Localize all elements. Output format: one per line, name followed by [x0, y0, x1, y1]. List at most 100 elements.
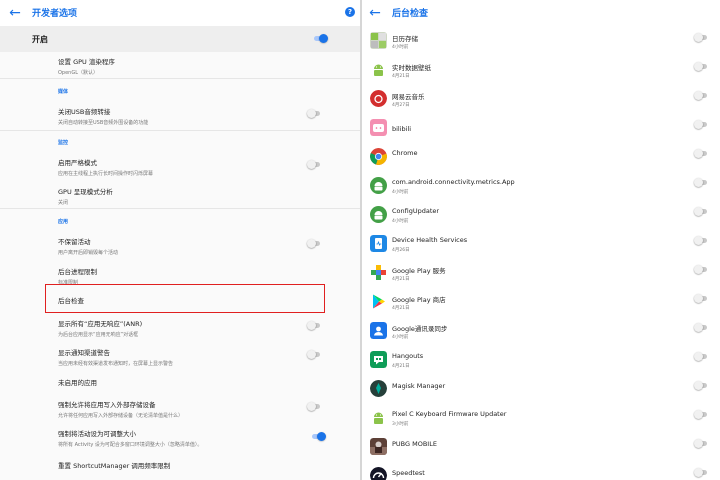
app-background-switch[interactable]	[694, 33, 708, 42]
app-row[interactable]: 日历存储 4小时前	[362, 28, 720, 57]
pref-force-resizable[interactable]: 强制将活动设为可调整大小 将所有 Activity 设为可配合多窗口环境调整大小…	[58, 428, 318, 448]
pref-title: 显示通知渠道警告	[58, 349, 110, 357]
speedtest-icon	[370, 467, 387, 480]
app-row[interactable]: PUBG MOBILE	[362, 434, 720, 463]
app-name: com.android.connectivity.metrics.App	[392, 178, 515, 186]
app-name: Google Play 服务	[392, 267, 446, 275]
app-background-switch[interactable]	[694, 207, 708, 216]
app-last-used: 4小时前	[392, 335, 409, 340]
android-icon	[370, 206, 387, 223]
pref-force-allow-external[interactable]: 强制允许将应用写入外部存储设备 允许将任何应用写入外部存储设备（无论清单值是什么…	[58, 399, 318, 419]
calendar-storage-icon	[370, 32, 387, 49]
app-row[interactable]: com.android.connectivity.metrics.App 4小时…	[362, 173, 720, 202]
app-name: 网易云音乐	[392, 93, 425, 101]
app-row[interactable]: Chrome	[362, 144, 720, 173]
app-name: Hangouts	[392, 352, 424, 360]
app-last-used: 4月26日	[392, 248, 410, 253]
app-row[interactable]: Google Play 服务 4月21日	[362, 260, 720, 289]
app-background-switch[interactable]	[694, 294, 708, 303]
pref-show-all-anr[interactable]: 显示所有“应用无响应”(ANR) 为后台应用显示“应用无响应”对话框	[58, 318, 318, 338]
strict-mode-switch[interactable]	[307, 160, 321, 169]
play-store-icon	[370, 293, 387, 310]
pref-title: 不保留活动	[58, 238, 91, 246]
pref-background-process-limit[interactable]: 后台进程限制 标准限制	[58, 266, 318, 286]
app-background-switch[interactable]	[694, 149, 708, 158]
left-app-bar: ← 开发者选项 ?	[0, 0, 360, 26]
screen: ← 开发者选项 ? 开启 设置 GPU 渲染程序 OpenGL（默认） 媒体 关…	[0, 0, 720, 480]
back-arrow-icon[interactable]: ←	[6, 4, 24, 22]
app-last-used: 4小时前	[392, 45, 409, 50]
pref-title: 关闭USB音频转接	[58, 108, 111, 116]
pref-gpu-renderer[interactable]: 设置 GPU 渲染程序 OpenGL（默认）	[58, 56, 318, 76]
pubg-icon	[370, 438, 387, 455]
help-icon[interactable]: ?	[345, 7, 355, 17]
app-row[interactable]: Speedtest	[362, 463, 720, 480]
app-name: Speedtest	[392, 469, 425, 477]
pref-title: 未启用的应用	[58, 379, 97, 387]
pref-summary: 应用在主线程上执行长时间操作时闪烁屏幕	[58, 171, 154, 177]
app-background-switch[interactable]	[694, 91, 708, 100]
app-row[interactable]: 网易云音乐 4月27日	[362, 86, 720, 115]
pref-title: 强制将活动设为可调整大小	[58, 430, 136, 438]
app-last-used: 4月21日	[392, 74, 410, 79]
app-name: ConfigUpdater	[392, 207, 440, 215]
pref-gpu-profiling[interactable]: GPU 呈现模式分析 关闭	[58, 186, 318, 206]
app-background-switch[interactable]	[694, 236, 708, 245]
app-row[interactable]: bilibili	[362, 115, 720, 144]
back-arrow-icon[interactable]: ←	[366, 4, 384, 22]
app-background-switch[interactable]	[694, 62, 708, 71]
pref-summary: 将所有 Activity 设为可配合多窗口环境调整大小（忽略清单值）。	[58, 442, 203, 448]
app-row[interactable]: Magisk Manager	[362, 376, 720, 405]
app-row[interactable]: 实时数据壁纸 4月21日	[362, 57, 720, 86]
app-row[interactable]: Google Play 商店 4月21日	[362, 289, 720, 318]
notification-channel-warnings-switch[interactable]	[307, 350, 321, 359]
pref-disable-usb-audio[interactable]: 关闭USB音频转接 关闭自动转接至USB音频外围设备的功能	[58, 106, 318, 126]
show-all-anr-switch[interactable]	[307, 321, 321, 330]
app-background-switch[interactable]	[694, 439, 708, 448]
pref-summary: 为后台应用显示“应用无响应”对话框	[58, 332, 139, 338]
force-resizable-switch[interactable]	[311, 432, 326, 441]
app-row[interactable]: Pixel C Keyboard Firmware Updater 3小时前	[362, 405, 720, 434]
pref-title: 启用严格模式	[58, 159, 97, 167]
app-last-used: 4月27日	[392, 103, 410, 108]
device-health-icon	[370, 235, 387, 252]
app-background-switch[interactable]	[694, 265, 708, 274]
app-background-switch[interactable]	[694, 468, 708, 477]
master-toggle-switch[interactable]	[313, 34, 328, 43]
right-app-bar: ← 后台检查	[362, 0, 720, 26]
app-background-switch[interactable]	[694, 352, 708, 361]
app-background-switch[interactable]	[694, 410, 708, 419]
app-last-used: 4小时前	[392, 219, 409, 224]
app-name: bilibili	[392, 125, 412, 133]
category-media: 媒体	[58, 89, 69, 95]
app-last-used: 3小时前	[392, 422, 409, 427]
app-background-switch[interactable]	[694, 120, 708, 129]
app-name: Pixel C Keyboard Firmware Updater	[392, 410, 507, 418]
app-background-switch[interactable]	[694, 178, 708, 187]
app-row[interactable]: ConfigUpdater 4小时前	[362, 202, 720, 231]
pref-reset-shortcutmanager[interactable]: 重置 ShortcutManager 调用频率限制	[58, 460, 318, 470]
app-row[interactable]: Google通讯录同步 4小时前	[362, 318, 720, 347]
page-title: 开发者选项	[32, 9, 78, 19]
app-row[interactable]: Device Health Services 4月26日	[362, 231, 720, 260]
app-background-switch[interactable]	[694, 323, 708, 332]
hangouts-icon	[370, 351, 387, 368]
usb-audio-switch[interactable]	[307, 109, 321, 118]
force-allow-external-switch[interactable]	[307, 402, 321, 411]
pref-inactive-apps[interactable]: 未启用的应用	[58, 377, 318, 387]
play-services-icon	[370, 264, 387, 281]
pref-dont-keep-activities[interactable]: 不保留活动 用户离开后即销毁每个活动	[58, 236, 318, 256]
category-monitoring: 监控	[58, 140, 69, 146]
master-toggle-row[interactable]: 开启	[0, 26, 360, 52]
app-name: Google Play 商店	[392, 296, 446, 304]
app-background-switch[interactable]	[694, 381, 708, 390]
category-apps: 应用	[58, 219, 69, 225]
pref-title: 重置 ShortcutManager 调用频率限制	[58, 462, 171, 470]
pref-strict-mode[interactable]: 启用严格模式 应用在主线程上执行长时间操作时闪烁屏幕	[58, 157, 318, 177]
pref-summary: 用户离开后即销毁每个活动	[58, 250, 119, 256]
pref-title: GPU 呈现模式分析	[58, 188, 113, 196]
bilibili-icon	[370, 119, 387, 136]
app-row[interactable]: Hangouts 4月21日	[362, 347, 720, 376]
dont-keep-activities-switch[interactable]	[307, 239, 321, 248]
pref-notification-channel-warnings[interactable]: 显示通知渠道警告 当应用未经有效渠道发布通知时，在屏幕上显示警告	[58, 347, 318, 367]
